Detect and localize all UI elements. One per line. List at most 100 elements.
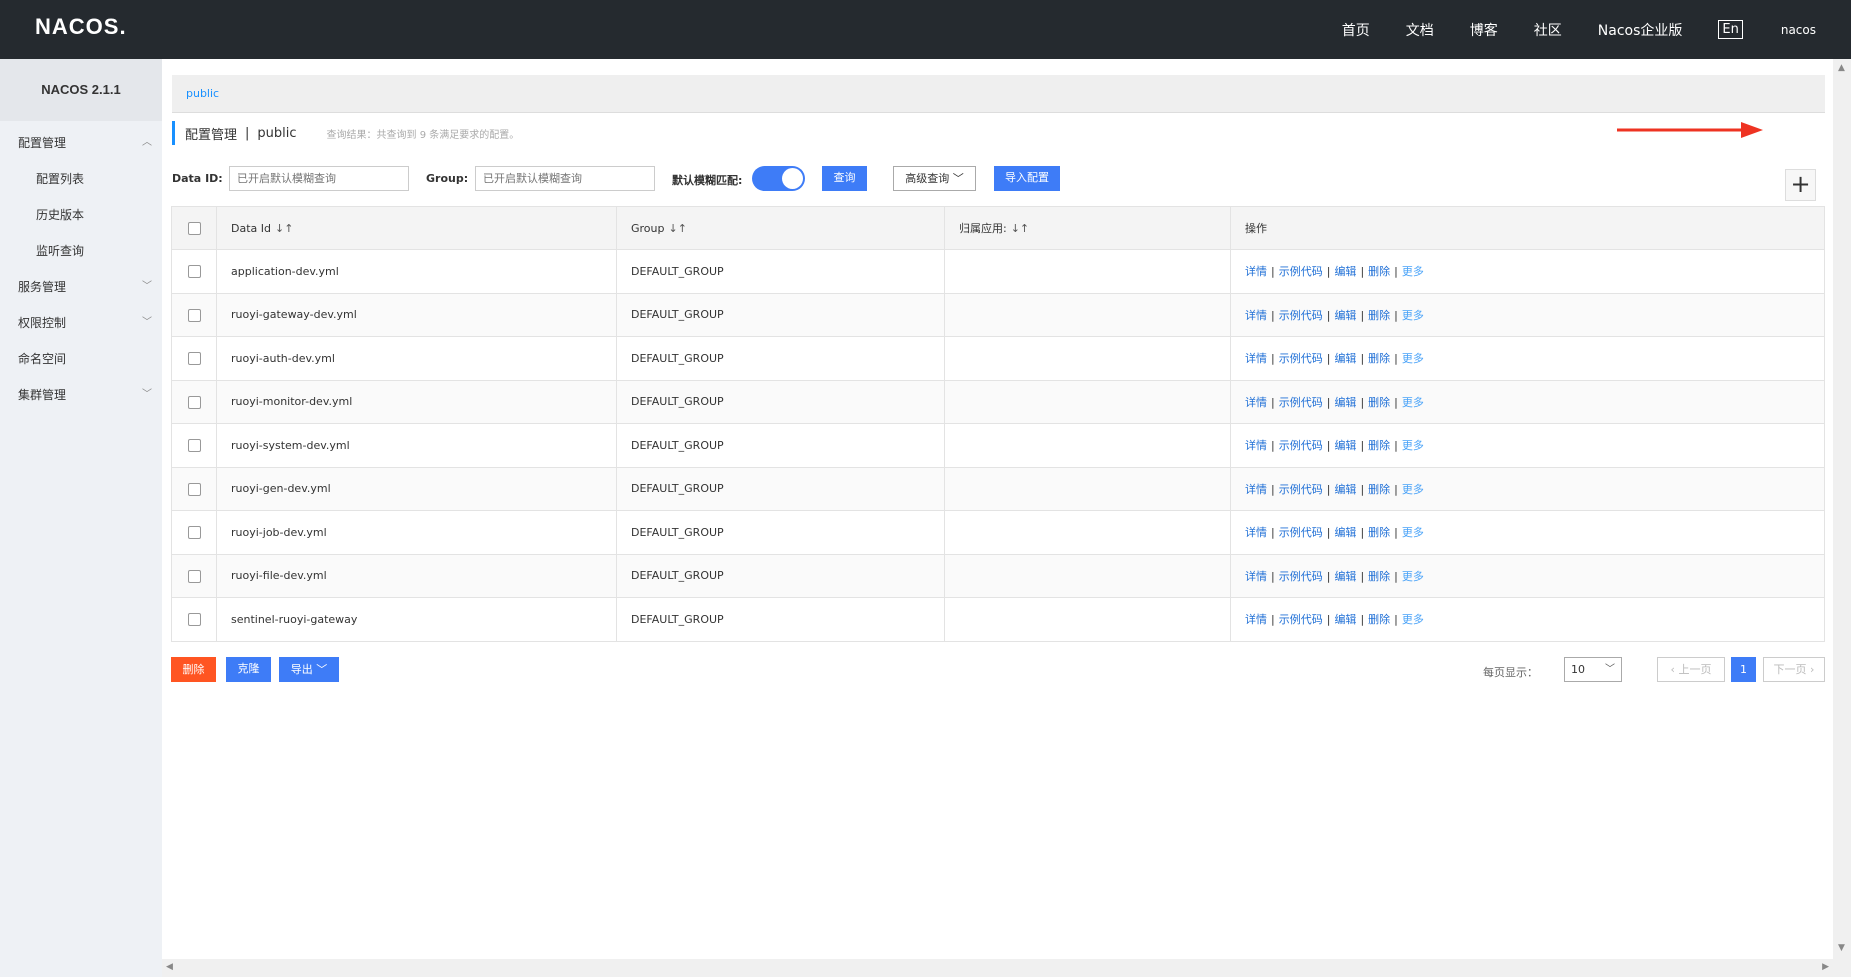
sidebar-item-namespace[interactable]: 命名空间 [0, 341, 162, 377]
scroll-up-icon[interactable]: ▲ [1838, 63, 1845, 73]
row-checkbox[interactable] [187, 526, 201, 539]
detail-link[interactable]: 详情 [1245, 613, 1267, 626]
search-button[interactable]: 查询 [822, 166, 867, 191]
col-dataid[interactable]: Data Id ↓↑ [216, 206, 617, 250]
sort-icon[interactable]: ↓↑ [275, 222, 293, 235]
edit-link[interactable]: 编辑 [1334, 439, 1356, 452]
detail-link[interactable]: 详情 [1245, 265, 1267, 278]
namespace-link-public[interactable]: public [186, 87, 219, 100]
row-checkbox[interactable] [187, 613, 201, 626]
delete-link[interactable]: 删除 [1368, 570, 1390, 583]
delete-link[interactable]: 删除 [1368, 396, 1390, 409]
detail-link[interactable]: 详情 [1245, 396, 1267, 409]
nacos-logo[interactable]: NACOS. [35, 14, 127, 40]
edit-link[interactable]: 编辑 [1334, 396, 1356, 409]
sidebar-item-config-management[interactable]: 配置管理 ︿ [0, 125, 162, 161]
next-page-button[interactable]: 下一页 › [1763, 657, 1825, 682]
import-config-button[interactable]: 导入配置 [994, 166, 1060, 191]
scroll-down-icon[interactable]: ▼ [1838, 943, 1845, 953]
sidebar-item-service-management[interactable]: 服务管理 ﹀ [0, 269, 162, 305]
delete-link[interactable]: 删除 [1368, 439, 1390, 452]
scroll-right-icon[interactable]: ▶ [1822, 962, 1829, 972]
sample-code-link[interactable]: 示例代码 [1279, 570, 1323, 583]
nav-enterprise[interactable]: Nacos企业版 [1598, 20, 1683, 40]
scroll-left-icon[interactable]: ◀ [166, 962, 173, 972]
sample-code-link[interactable]: 示例代码 [1279, 396, 1323, 409]
sample-code-link[interactable]: 示例代码 [1279, 265, 1323, 278]
horizontal-scrollbar[interactable]: ◀ ▶ [162, 959, 1833, 977]
add-config-button[interactable]: + [1785, 169, 1816, 201]
clone-button[interactable]: 克隆 [226, 657, 271, 682]
edit-link[interactable]: 编辑 [1334, 613, 1356, 626]
nav-docs[interactable]: 文档 [1406, 20, 1434, 40]
sort-icon[interactable]: ↓↑ [669, 222, 687, 235]
col-group[interactable]: Group ↓↑ [616, 206, 945, 250]
language-toggle[interactable]: En [1718, 20, 1743, 39]
nav-home[interactable]: 首页 [1342, 20, 1370, 40]
detail-link[interactable]: 详情 [1245, 526, 1267, 539]
export-button[interactable]: 导出 ﹀ [279, 657, 339, 682]
vertical-scrollbar[interactable]: ▲ ▼ [1833, 59, 1851, 977]
page-size-select[interactable]: 10 ﹀ [1564, 657, 1622, 682]
col-app[interactable]: 归属应用: ↓↑ [944, 206, 1231, 250]
sidebar-item-history[interactable]: 历史版本 [0, 197, 162, 233]
user-name[interactable]: nacos [1781, 23, 1816, 37]
detail-link[interactable]: 详情 [1245, 309, 1267, 322]
more-link[interactable]: 更多 [1402, 570, 1424, 583]
edit-link[interactable]: 编辑 [1334, 352, 1356, 365]
row-checkbox[interactable] [187, 265, 201, 278]
row-checkbox[interactable] [187, 439, 201, 452]
delete-link[interactable]: 删除 [1368, 352, 1390, 365]
more-link[interactable]: 更多 [1402, 309, 1424, 322]
more-link[interactable]: 更多 [1402, 439, 1424, 452]
delete-link[interactable]: 删除 [1368, 309, 1390, 322]
edit-link[interactable]: 编辑 [1334, 309, 1356, 322]
sample-code-link[interactable]: 示例代码 [1279, 613, 1323, 626]
sample-code-link[interactable]: 示例代码 [1279, 352, 1323, 365]
more-link[interactable]: 更多 [1402, 396, 1424, 409]
sample-code-link[interactable]: 示例代码 [1279, 309, 1323, 322]
detail-link[interactable]: 详情 [1245, 439, 1267, 452]
delete-link[interactable]: 删除 [1368, 613, 1390, 626]
edit-link[interactable]: 编辑 [1334, 526, 1356, 539]
fuzzy-match-toggle[interactable] [752, 166, 805, 191]
prev-page-button[interactable]: ‹ 上一页 [1657, 657, 1725, 682]
sample-code-link[interactable]: 示例代码 [1279, 526, 1323, 539]
sample-code-link[interactable]: 示例代码 [1279, 483, 1323, 496]
row-checkbox[interactable] [187, 482, 201, 496]
page-1-button[interactable]: 1 [1731, 657, 1756, 682]
sidebar-item-listener-query[interactable]: 监听查询 [0, 233, 162, 269]
more-link[interactable]: 更多 [1402, 483, 1424, 496]
cell-actions: 详情 | 示例代码 | 编辑 | 删除 | 更多 [1230, 336, 1825, 381]
delete-link[interactable]: 删除 [1368, 265, 1390, 278]
delete-link[interactable]: 删除 [1368, 526, 1390, 539]
edit-link[interactable]: 编辑 [1334, 570, 1356, 583]
more-link[interactable]: 更多 [1402, 265, 1424, 278]
detail-link[interactable]: 详情 [1245, 483, 1267, 496]
edit-link[interactable]: 编辑 [1334, 265, 1356, 278]
detail-link[interactable]: 详情 [1245, 352, 1267, 365]
action-separator: | [1360, 395, 1365, 409]
sidebar-item-access-control[interactable]: 权限控制 ﹀ [0, 305, 162, 341]
row-checkbox[interactable] [187, 308, 201, 322]
nav-blog[interactable]: 博客 [1470, 20, 1498, 40]
select-all-checkbox[interactable] [187, 221, 201, 235]
group-input[interactable] [475, 166, 655, 191]
sidebar-item-config-list[interactable]: 配置列表 [0, 161, 162, 197]
more-link[interactable]: 更多 [1402, 613, 1424, 626]
detail-link[interactable]: 详情 [1245, 570, 1267, 583]
sidebar-item-cluster-management[interactable]: 集群管理 ﹀ [0, 377, 162, 413]
batch-delete-button[interactable]: 删除 [171, 657, 216, 682]
sort-icon[interactable]: ↓↑ [1011, 222, 1029, 235]
row-checkbox[interactable] [187, 352, 201, 365]
more-link[interactable]: 更多 [1402, 526, 1424, 539]
row-checkbox[interactable] [187, 395, 201, 409]
sample-code-link[interactable]: 示例代码 [1279, 439, 1323, 452]
advanced-query-button[interactable]: 高级查询 ﹀ [893, 166, 976, 191]
dataid-input[interactable] [229, 166, 409, 191]
row-checkbox[interactable] [187, 569, 201, 583]
edit-link[interactable]: 编辑 [1334, 483, 1356, 496]
delete-link[interactable]: 删除 [1368, 483, 1390, 496]
nav-community[interactable]: 社区 [1534, 20, 1562, 40]
more-link[interactable]: 更多 [1402, 352, 1424, 365]
